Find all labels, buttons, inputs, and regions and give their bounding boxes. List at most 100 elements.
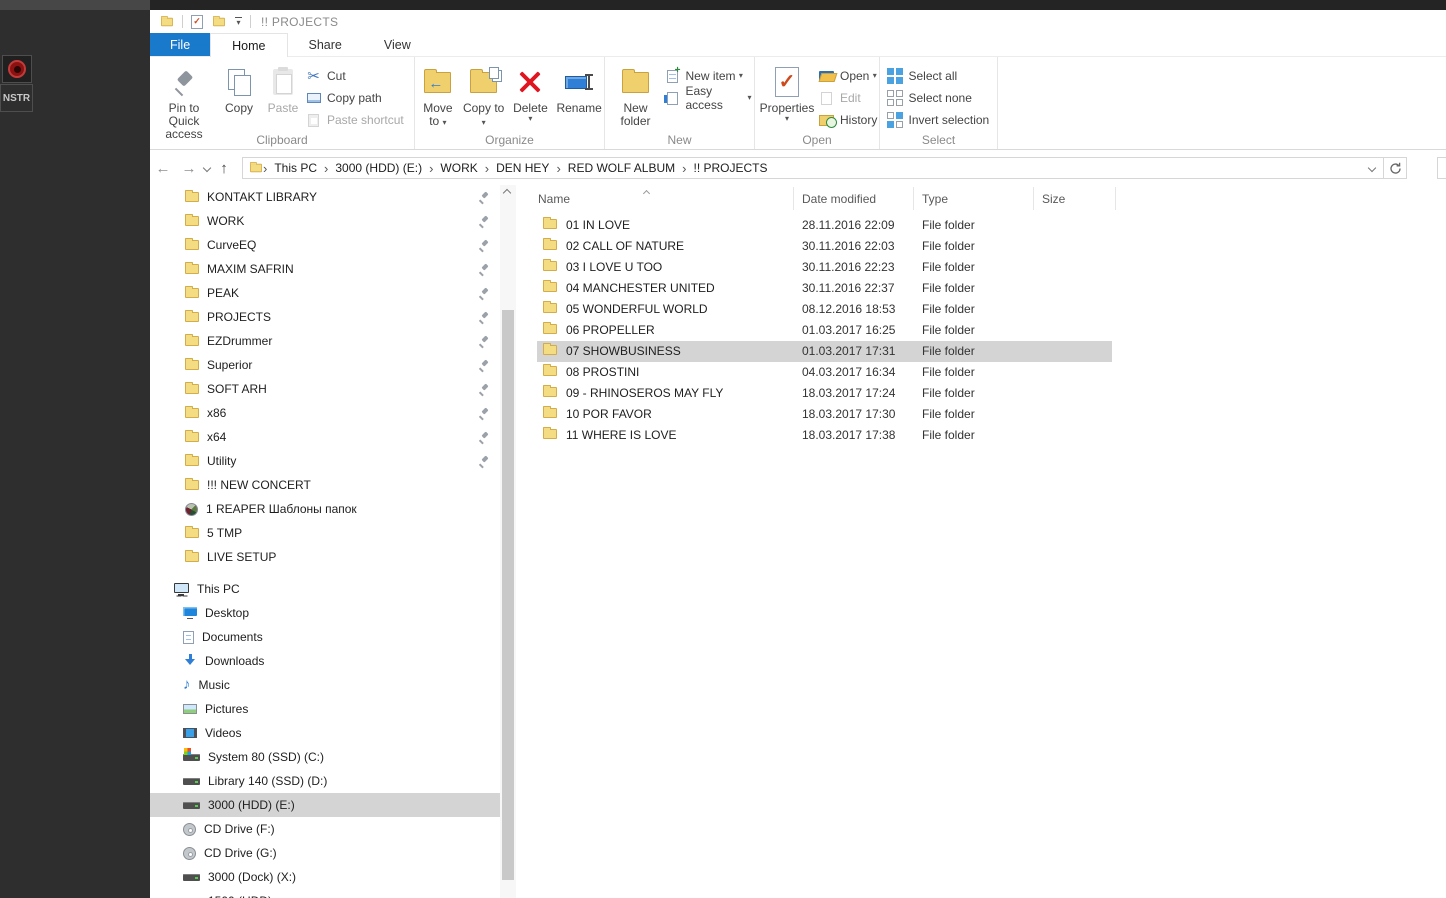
sidebar-item-curveeq[interactable]: CurveEQ: [150, 233, 500, 257]
pin-to-quick-access-button[interactable]: Pin to Quick access: [151, 62, 217, 144]
select-none-button[interactable]: Select none: [887, 87, 995, 109]
sidebar-item-cd-drive-g[interactable]: CD Drive (G:): [150, 841, 500, 865]
column-divider[interactable]: [913, 187, 914, 210]
file-row-03[interactable]: 03 I LOVE U TOO 30.11.2016 22:23 File fo…: [537, 257, 1112, 278]
paste-button[interactable]: Paste: [261, 62, 305, 118]
sidebar-item-pictures[interactable]: Pictures: [150, 697, 500, 721]
sidebar-item-drive-x[interactable]: 3000 (Dock) (X:): [150, 865, 500, 889]
sidebar-item-documents[interactable]: Documents: [150, 625, 500, 649]
sidebar-item-superior[interactable]: Superior: [150, 353, 500, 377]
sidebar-item-x64[interactable]: x64: [150, 425, 500, 449]
column-header-name[interactable]: Name: [538, 192, 570, 206]
column-header-type[interactable]: Type: [922, 192, 948, 206]
breadcrumb-red-wolf-album[interactable]: RED WOLF ALBUM: [561, 161, 682, 175]
sidebar-item-maxim-safrin[interactable]: MAXIM SAFRIN: [150, 257, 500, 281]
qat-properties-icon[interactable]: ✓: [191, 14, 203, 29]
sidebar-item-x86[interactable]: x86: [150, 401, 500, 425]
refresh-button[interactable]: [1384, 157, 1407, 179]
column-divider[interactable]: [793, 187, 794, 210]
file-row-10[interactable]: 10 POR FAVOR 18.03.2017 17:30 File folde…: [537, 404, 1112, 425]
column-divider[interactable]: [1115, 187, 1116, 210]
copy-to-button[interactable]: Copy to ▾: [461, 62, 507, 131]
cut-button[interactable]: ✂ Cut: [305, 65, 413, 87]
tab-home[interactable]: Home: [210, 33, 288, 57]
sidebar-item-kontakt-library[interactable]: KONTAKT LIBRARY: [150, 185, 500, 209]
sidebar-item-utility[interactable]: Utility: [150, 449, 500, 473]
sidebar-item-work[interactable]: WORK: [150, 209, 500, 233]
file-row-09[interactable]: 09 - RHINOSEROS MAY FLY 18.03.2017 17:24…: [537, 383, 1112, 404]
sidebar-item-cd-drive-f[interactable]: CD Drive (F:): [150, 817, 500, 841]
sidebar-item-drive-d[interactable]: Library 140 (SSD) (D:): [150, 769, 500, 793]
address-bar[interactable]: › This PC › 3000 (HDD) (E:) › WORK › DEN…: [242, 157, 1384, 179]
paste-shortcut-button[interactable]: Paste shortcut: [305, 109, 413, 131]
scrollbar-thumb[interactable]: [502, 310, 514, 880]
sidebar-scrollbar[interactable]: [500, 185, 516, 898]
search-input[interactable]: [1437, 157, 1446, 179]
sidebar-item-new-concert[interactable]: !!! NEW CONCERT: [150, 473, 500, 497]
tab-share[interactable]: Share: [288, 33, 363, 56]
copy-to-icon: [470, 66, 500, 93]
sidebar-item-downloads[interactable]: Downloads: [150, 649, 500, 673]
breadcrumb-drive[interactable]: 3000 (HDD) (E:): [328, 161, 429, 175]
sidebar-item-drive-c[interactable]: System 80 (SSD) (C:): [150, 745, 500, 769]
sidebar-item-this-pc[interactable]: This PC: [150, 577, 500, 601]
delete-button[interactable]: Delete ▾: [507, 62, 555, 126]
sidebar-item-music[interactable]: ♪ Music: [150, 673, 500, 697]
rename-button[interactable]: Rename: [554, 62, 604, 118]
qat-new-folder-icon[interactable]: [213, 15, 225, 26]
recent-locations-icon[interactable]: [202, 163, 212, 173]
file-row-05[interactable]: 05 WONDERFUL WORLD 08.12.2016 18:53 File…: [537, 299, 1112, 320]
file-row-06[interactable]: 06 PROPELLER 01.03.2017 16:25 File folde…: [537, 320, 1112, 341]
properties-button[interactable]: ✓ Properties ▾: [756, 62, 818, 126]
scrollbar-up-icon[interactable]: [502, 188, 512, 198]
copy-path-button[interactable]: Copy path: [305, 87, 413, 109]
folder-icon: [185, 214, 199, 226]
sidebar-item-peak[interactable]: PEAK: [150, 281, 500, 305]
breadcrumb-den-hey[interactable]: DEN HEY: [489, 161, 556, 175]
sidebar-item-partial[interactable]: 1500 (HDD): [150, 889, 500, 898]
sidebar-item-5-tmp[interactable]: 5 TMP: [150, 521, 500, 545]
refresh-icon: [1389, 162, 1401, 174]
address-dropdown-icon[interactable]: [1367, 163, 1377, 173]
sidebar-item-ezdrummer[interactable]: EZDrummer: [150, 329, 500, 353]
tab-file[interactable]: File: [150, 33, 211, 56]
folder-icon: [543, 343, 557, 355]
file-row-07-selected[interactable]: 07 SHOWBUSINESS 01.03.2017 17:31 File fo…: [537, 341, 1112, 362]
new-folder-button[interactable]: New folder: [608, 62, 664, 131]
ribbon-group-open: ✓ Properties ▾ Open ▾ Edit History Open: [755, 57, 880, 149]
paste-icon: [273, 67, 293, 95]
forward-button[interactable]: →: [176, 160, 202, 177]
move-to-button[interactable]: ← Move to ▾: [415, 62, 461, 131]
sidebar-item-live-setup[interactable]: LIVE SETUP: [150, 545, 500, 569]
sidebar-item-desktop[interactable]: Desktop: [150, 601, 500, 625]
select-all-button[interactable]: Select all: [887, 65, 995, 87]
file-row-08[interactable]: 08 PROSTINI 04.03.2017 16:34 File folder: [537, 362, 1112, 383]
qat-customize-icon[interactable]: ▾: [235, 16, 242, 27]
file-row-01[interactable]: 01 IN LOVE 28.11.2016 22:09 File folder: [537, 215, 1112, 236]
sidebar-item-projects[interactable]: PROJECTS: [150, 305, 500, 329]
breadcrumb-this-pc[interactable]: This PC: [267, 161, 324, 175]
file-row-04[interactable]: 04 MANCHESTER UNITED 30.11.2016 22:37 Fi…: [537, 278, 1112, 299]
breadcrumb-work[interactable]: WORK: [433, 161, 484, 175]
column-header-date-modified[interactable]: Date modified: [802, 192, 876, 206]
record-button[interactable]: [2, 55, 32, 83]
up-button[interactable]: ↑: [212, 160, 236, 177]
sidebar-item-soft-arh[interactable]: SOFT ARH: [150, 377, 500, 401]
edit-button[interactable]: Edit: [818, 87, 878, 109]
sidebar-item-drive-e[interactable]: 3000 (HDD) (E:): [150, 793, 500, 817]
ribbon-group-new: New folder New item ▾ Easy access ▾ New: [605, 57, 755, 149]
tab-view[interactable]: View: [363, 33, 432, 56]
easy-access-button[interactable]: Easy access ▾: [663, 84, 752, 112]
file-row-02[interactable]: 02 CALL OF NATURE 30.11.2016 22:03 File …: [537, 236, 1112, 257]
column-header-size[interactable]: Size: [1042, 192, 1065, 206]
sidebar-item-videos[interactable]: Videos: [150, 721, 500, 745]
copy-button[interactable]: Copy: [217, 62, 261, 118]
sidebar-item-reaper-templates[interactable]: 1 REAPER Шаблоны папок: [150, 497, 500, 521]
column-divider[interactable]: [1033, 187, 1034, 210]
file-row-11[interactable]: 11 WHERE IS LOVE 18.03.2017 17:38 File f…: [537, 425, 1112, 446]
open-button[interactable]: Open ▾: [818, 65, 878, 87]
breadcrumb-projects[interactable]: !! PROJECTS: [686, 161, 774, 175]
invert-selection-button[interactable]: Invert selection: [887, 109, 995, 131]
back-button[interactable]: ←: [150, 160, 176, 177]
history-button[interactable]: History: [818, 109, 878, 131]
